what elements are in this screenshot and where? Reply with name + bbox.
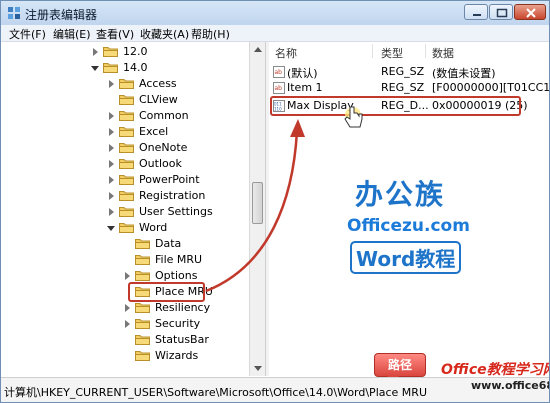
watermark-brand: Office教程学习网 (441, 362, 550, 378)
annotation-arrow (205, 106, 363, 293)
registry-path: 计算机\HKEY_CURRENT_USER\Software\Microsoft… (4, 386, 427, 399)
path-callout: 路径 (374, 353, 426, 383)
watermark-url: www.office68.com (471, 379, 549, 392)
hand-cursor-icon (344, 106, 363, 128)
status-bar: 计算机\HKEY_CURRENT_USER\Software\Microsoft… (1, 377, 549, 402)
registry-editor-window: 注册表编辑器 文件(F) 编辑(E) 查看(V) 收藏夹(A) 帮助(H) 12… (0, 0, 550, 403)
